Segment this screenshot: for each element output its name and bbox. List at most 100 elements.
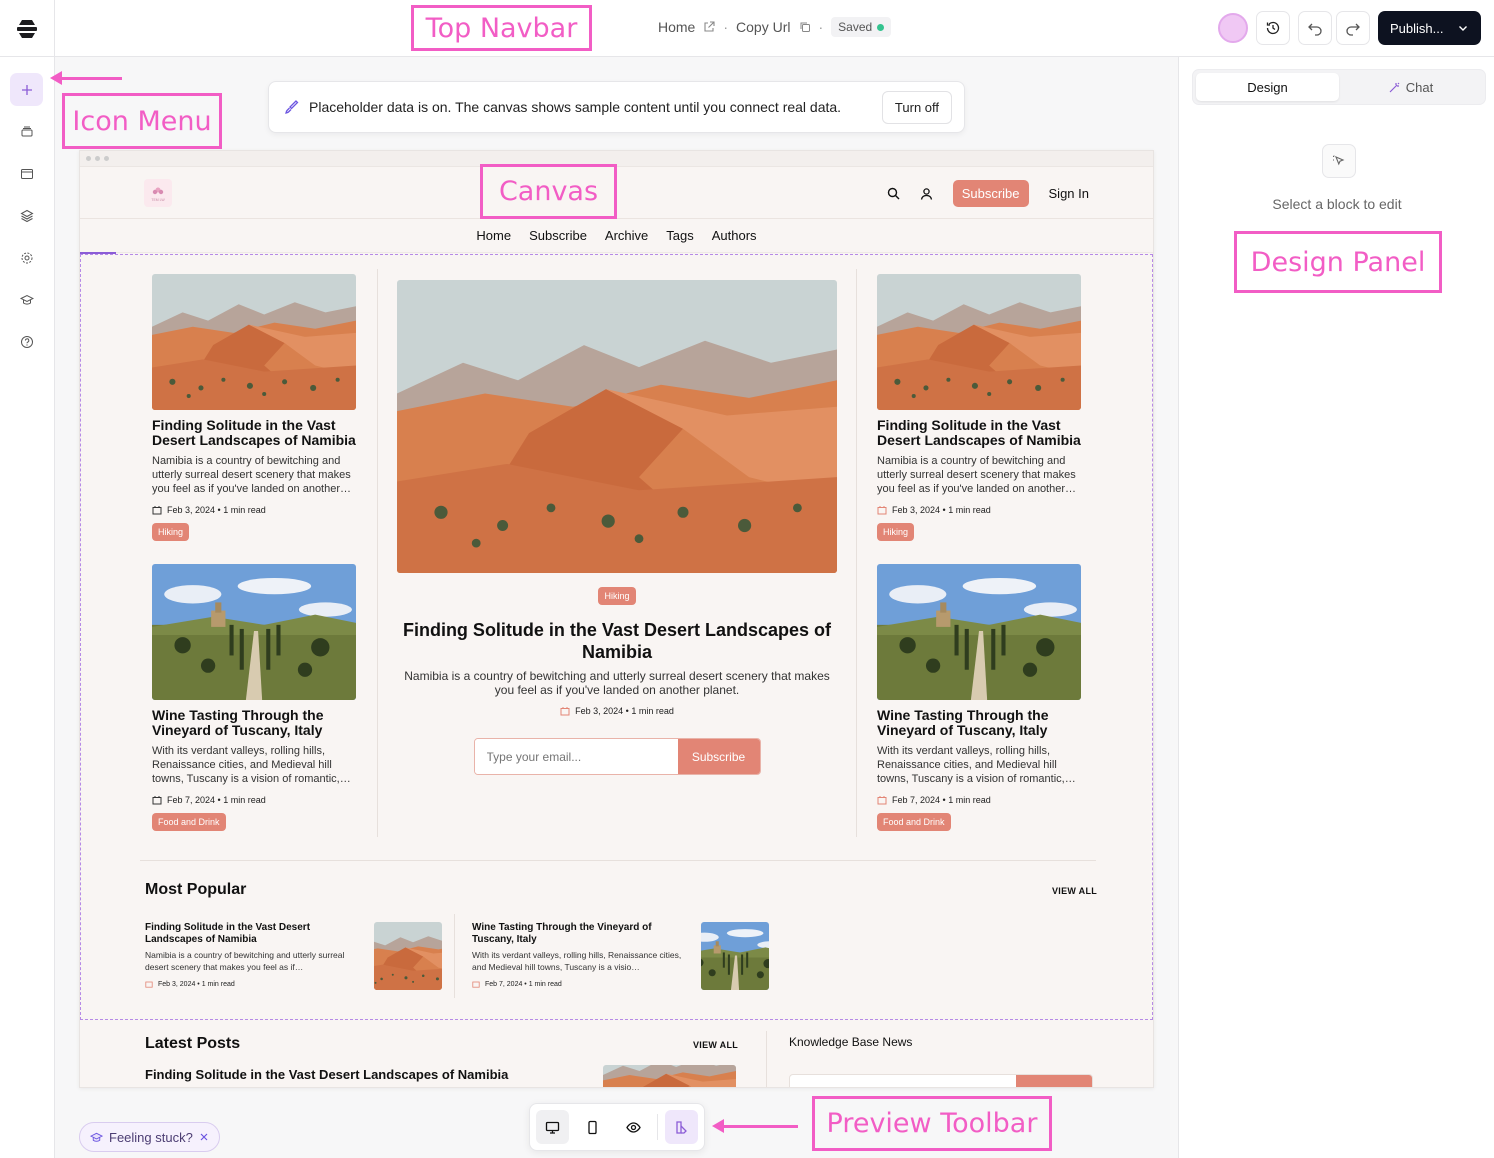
annotation-design-panel: Design Panel [1234, 231, 1442, 293]
email-input[interactable] [474, 739, 678, 774]
knowledge-base-button[interactable] [1016, 1075, 1092, 1087]
help-button[interactable] [10, 325, 43, 358]
icon-menu [0, 57, 55, 1158]
annotation-arrow-icon-menu [50, 71, 122, 85]
logo-text: TEM LW [151, 198, 165, 202]
post-tag[interactable]: Hiking [152, 523, 190, 541]
post-meta: Feb 3, 2024 • 1 min read [877, 505, 1081, 515]
canvas[interactable]: TEM LW Subscribe Sign In Home Subscribe … [79, 150, 1154, 1088]
post-meta: Feb 3, 2024 • 1 min read [152, 505, 356, 515]
chevron-down-icon [1459, 26, 1467, 31]
close-icon[interactable] [199, 1132, 209, 1142]
post-card[interactable]: Wine Tasting Through the Vineyard of Tus… [152, 564, 356, 831]
ai-layout-button[interactable] [664, 1110, 698, 1144]
post-title[interactable]: Wine Tasting Through the Vineyard of Tus… [877, 708, 1081, 738]
post-title[interactable]: Finding Solitude in the Vast Desert Land… [877, 418, 1081, 448]
nav-archive[interactable]: Archive [605, 228, 648, 243]
graduation-cap-icon [19, 294, 34, 305]
settings-button[interactable] [10, 241, 43, 274]
design-panel: Design Chat Select a block to edit [1178, 57, 1494, 1158]
breadcrumb: Home · Copy Url · Saved [658, 17, 892, 37]
undo-button[interactable] [1298, 11, 1332, 45]
sign-in-link[interactable]: Sign In [1049, 186, 1089, 201]
home-link[interactable]: Home [658, 19, 695, 35]
tab-design-label: Design [1247, 79, 1288, 95]
post-card[interactable]: Wine Tasting Through the Vineyard of Tus… [877, 564, 1081, 831]
popular-divider [454, 914, 455, 998]
flower-logo-icon: TEM LW [151, 187, 165, 202]
post-excerpt: With its verdant valleys, rolling hills,… [152, 745, 351, 785]
post-tag[interactable]: Food and Drink [152, 813, 226, 831]
banner-message: Placeholder data is on. The canvas shows… [309, 99, 842, 115]
separator-dot: · [723, 19, 729, 35]
popular-title[interactable]: Finding Solitude in the Vast Desert Land… [145, 922, 357, 946]
copy-icon[interactable] [799, 21, 811, 33]
post-card[interactable]: Finding Solitude in the Vast Desert Land… [877, 274, 1081, 541]
section-divider [140, 860, 1096, 861]
top-navbar: Home · Copy Url · Saved Publish... [0, 0, 1494, 57]
header-subscribe-button[interactable]: Subscribe [952, 180, 1029, 207]
avatar[interactable] [1218, 13, 1248, 43]
nav-tags[interactable]: Tags [666, 228, 693, 243]
stack-icon [21, 126, 32, 136]
post-card[interactable]: Finding Solitude in the Vast Desert Land… [152, 274, 356, 541]
nav-authors[interactable]: Authors [712, 228, 757, 243]
select-block-message: Select a block to edit [1272, 196, 1402, 212]
copy-url-link[interactable]: Copy Url [736, 19, 790, 35]
add-block-button[interactable] [10, 73, 43, 106]
subscribe-button[interactable]: Subscribe [677, 739, 760, 774]
select-block-icon-box [1322, 144, 1356, 178]
nav-home[interactable]: Home [476, 228, 511, 243]
most-popular-view-all[interactable]: VIEW ALL [1052, 886, 1097, 896]
templates-button[interactable] [10, 157, 43, 190]
publish-button[interactable]: Publish... [1378, 11, 1481, 45]
turn-off-button[interactable]: Turn off [881, 90, 952, 124]
nav-subscribe[interactable]: Subscribe [529, 228, 587, 243]
post-image [152, 564, 356, 700]
mobile-icon [588, 1120, 598, 1134]
calendar-icon [877, 796, 887, 805]
knowledge-base-form[interactable] [789, 1074, 1093, 1087]
post-title[interactable]: Wine Tasting Through the Vineyard of Tus… [152, 708, 356, 738]
featured-tag[interactable]: Hiking [598, 587, 636, 605]
external-link-icon[interactable] [703, 21, 715, 33]
post-title[interactable]: Finding Solitude in the Vast Desert Land… [152, 418, 356, 448]
post-tag[interactable]: Hiking [877, 523, 915, 541]
layers-button[interactable] [10, 199, 43, 232]
history-button[interactable] [1256, 11, 1290, 45]
post-image [152, 274, 356, 410]
feeling-stuck-pill[interactable]: Feeling stuck? [79, 1122, 220, 1152]
mobile-preview-button[interactable] [576, 1110, 609, 1144]
featured-title[interactable]: Finding Solitude in the Vast Desert Land… [397, 619, 837, 663]
popular-title[interactable]: Wine Tasting Through the Vineyard of Tus… [472, 922, 684, 946]
latest-posts-title: Latest Posts [145, 1035, 241, 1052]
latest-post-thumbnail [603, 1065, 736, 1088]
latest-post-title[interactable]: Finding Solitude in the Vast Desert Land… [145, 1067, 508, 1082]
featured-post[interactable]: Hiking Finding Solitude in the Vast Dese… [397, 280, 837, 775]
desktop-preview-button[interactable] [536, 1110, 570, 1144]
saved-status-dot [877, 23, 885, 31]
pointer-select-icon [1333, 155, 1345, 166]
magic-wand-icon [1389, 82, 1400, 92]
pages-button[interactable] [10, 115, 43, 148]
tab-chat[interactable]: Chat [1339, 73, 1482, 101]
popular-thumbnail [701, 922, 769, 990]
site-logo[interactable]: TEM LW [144, 179, 172, 207]
post-tag[interactable]: Food and Drink [877, 813, 951, 831]
popular-item[interactable]: Finding Solitude in the Vast Desert Land… [145, 922, 445, 992]
site-nav: Home Subscribe Archive Tags Authors [80, 219, 1153, 253]
tab-design[interactable]: Design [1196, 73, 1339, 101]
preview-button[interactable] [617, 1110, 650, 1144]
settings-icon [21, 252, 32, 263]
redo-button[interactable] [1336, 11, 1370, 45]
featured-excerpt: Namibia is a country of bewitching and u… [404, 669, 830, 697]
user-icon[interactable] [920, 187, 933, 200]
popular-excerpt: Namibia is a country of bewitching and u… [145, 950, 345, 972]
popular-item[interactable]: Wine Tasting Through the Vineyard of Tus… [472, 922, 772, 992]
calendar-icon [877, 506, 887, 515]
search-icon[interactable] [887, 187, 900, 200]
latest-posts-view-all[interactable]: VIEW ALL [693, 1040, 738, 1050]
learn-button[interactable] [10, 283, 43, 316]
post-date: Feb 3, 2024 • 1 min read [892, 505, 991, 515]
app-logo[interactable] [0, 0, 55, 57]
